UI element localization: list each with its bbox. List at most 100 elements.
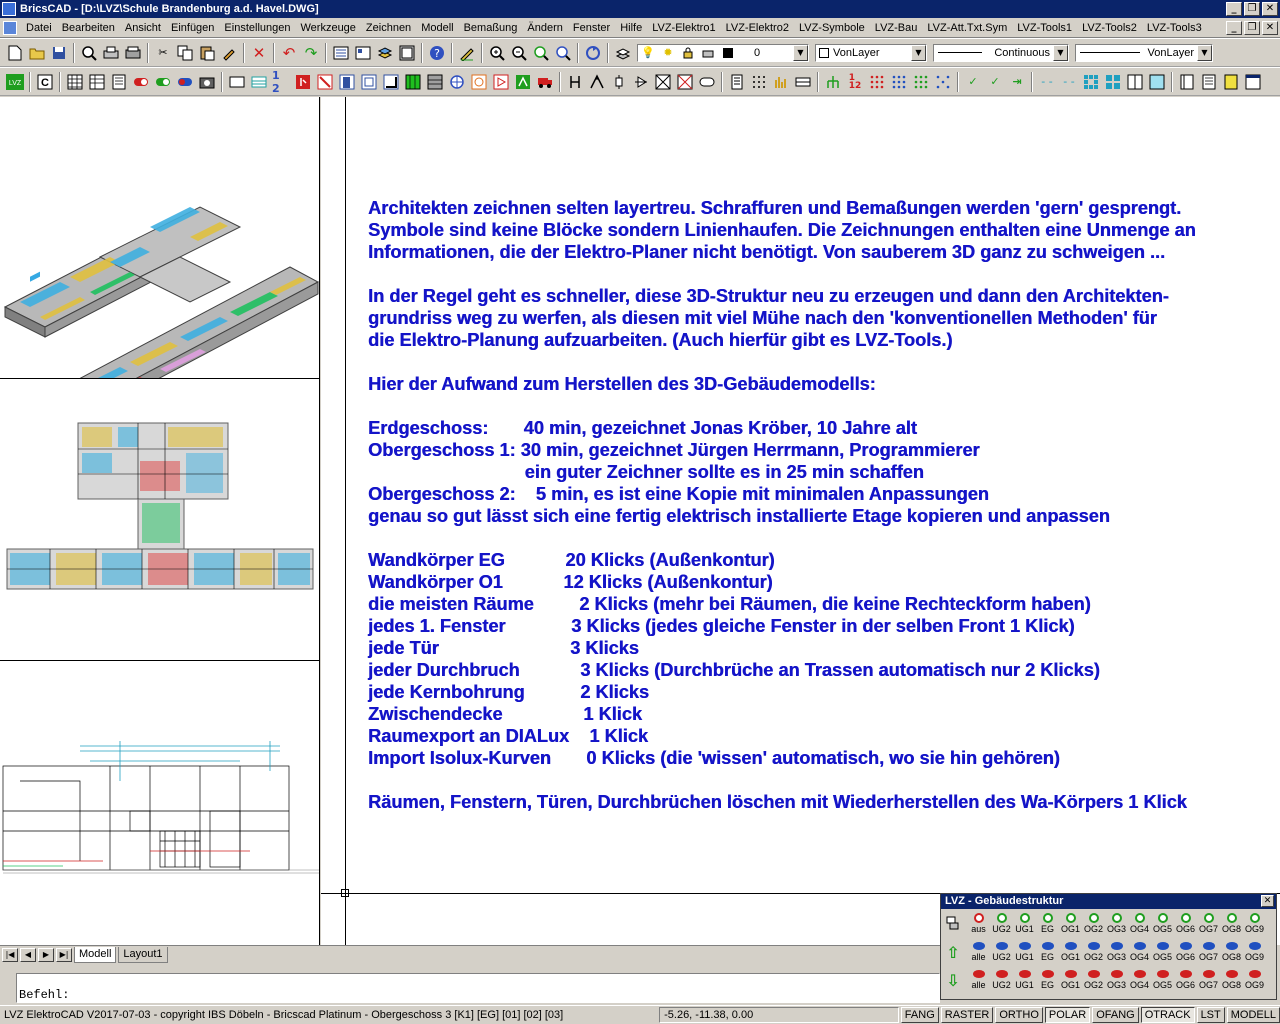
- table-grid-icon[interactable]: [66, 73, 84, 91]
- emergency-exit-icon[interactable]: [294, 73, 312, 91]
- menu-datei[interactable]: Datei: [21, 22, 57, 34]
- delete-icon[interactable]: ✕: [250, 44, 268, 62]
- toggle-og9[interactable]: OG9: [1243, 913, 1266, 934]
- sequence-icon[interactable]: 1 2: [272, 69, 290, 95]
- door-icon[interactable]: [338, 73, 356, 91]
- toggle-eg[interactable]: EG: [1036, 913, 1059, 934]
- socket-icon[interactable]: [448, 73, 466, 91]
- menu-lvz-att-txt-sym[interactable]: LVZ-Att.Txt.Sym: [922, 22, 1012, 34]
- bricscad-app-icon[interactable]: [2, 2, 16, 16]
- list-icon[interactable]: [110, 73, 128, 91]
- new-file-icon[interactable]: [6, 44, 24, 62]
- zoom-window-icon[interactable]: [532, 44, 550, 62]
- show-og8[interactable]: OG8: [1220, 941, 1243, 962]
- menu-einstellungen[interactable]: Einstellungen: [219, 22, 295, 34]
- no-entry-icon[interactable]: [316, 73, 334, 91]
- cut-icon[interactable]: ✂: [154, 44, 172, 62]
- route-icon[interactable]: [514, 73, 532, 91]
- toggle-aus[interactable]: aus: [967, 913, 990, 934]
- chevron-down-icon[interactable]: ▼: [1053, 44, 1068, 61]
- junction-box-icon[interactable]: [676, 73, 694, 91]
- split-window-icon[interactable]: [1126, 73, 1144, 91]
- toggle-og8[interactable]: OG8: [1220, 913, 1243, 934]
- menu-lvz-tools3[interactable]: LVZ-Tools3: [1142, 22, 1207, 34]
- copy-icon[interactable]: [176, 44, 194, 62]
- blue-toggle-icon[interactable]: [176, 73, 194, 91]
- drawing-mtext[interactable]: Architekten zeichnen selten layertreu. S…: [368, 197, 1268, 813]
- print-icon[interactable]: [102, 44, 120, 62]
- linetype-combo[interactable]: Continuous ▼: [933, 43, 1069, 62]
- toggle-og5[interactable]: OG5: [1151, 913, 1174, 934]
- show-ug1[interactable]: UG1: [1013, 941, 1036, 962]
- green-toggle-icon[interactable]: [154, 73, 172, 91]
- cyan-grid-icon[interactable]: [1082, 73, 1100, 91]
- dashed-line-2-icon[interactable]: - -: [1060, 73, 1078, 91]
- hide-og4[interactable]: OG4: [1128, 969, 1151, 990]
- menu-modell[interactable]: Modell: [416, 22, 458, 34]
- layer-state-icon[interactable]: [614, 44, 632, 62]
- menu-lvz-symbole[interactable]: LVZ-Symbole: [794, 22, 870, 34]
- stack-toggle-icon[interactable]: [945, 913, 961, 935]
- window-layout-icon[interactable]: [1244, 73, 1262, 91]
- color-combo[interactable]: VonLayer ▼: [815, 43, 927, 62]
- layer-combo[interactable]: 💡 ✹ 0 ▼: [637, 43, 809, 62]
- arrow-up-green-icon[interactable]: ⇧: [945, 941, 961, 963]
- menu-bemassung[interactable]: Bemaßung: [459, 22, 523, 34]
- save-icon[interactable]: [50, 44, 68, 62]
- hide-ug2[interactable]: UG2: [990, 969, 1013, 990]
- hide-og5[interactable]: OG5: [1151, 969, 1174, 990]
- restore-button[interactable]: ❐: [1244, 2, 1260, 16]
- minimize-button[interactable]: _: [1226, 2, 1242, 16]
- lvz-logo-icon[interactable]: LVZ: [6, 73, 24, 91]
- chevron-down-icon[interactable]: ▼: [1197, 44, 1212, 61]
- hide-og3[interactable]: OG3: [1105, 969, 1128, 990]
- plot-icon[interactable]: [124, 44, 142, 62]
- menu-lvz-tools2[interactable]: LVZ-Tools2: [1077, 22, 1142, 34]
- play-icon[interactable]: [492, 73, 510, 91]
- toggle-og2[interactable]: OG2: [1082, 913, 1105, 934]
- rack-icon[interactable]: [794, 73, 812, 91]
- menu-aendern[interactable]: Ändern: [522, 22, 567, 34]
- hide-alle[interactable]: alle: [967, 969, 990, 990]
- layer-manager-icon[interactable]: [376, 44, 394, 62]
- design-center-icon[interactable]: [354, 44, 372, 62]
- check-curve-icon[interactable]: ✓: [986, 73, 1004, 91]
- match-properties-icon[interactable]: [220, 44, 238, 62]
- truck-icon[interactable]: [536, 73, 554, 91]
- yellow-note-icon[interactable]: [1222, 73, 1240, 91]
- show-og9[interactable]: OG9: [1243, 941, 1266, 962]
- show-ug2[interactable]: UG2: [990, 941, 1013, 962]
- blue-dots-icon[interactable]: [890, 73, 908, 91]
- lineweight-combo[interactable]: VonLayer ▼: [1075, 43, 1213, 62]
- undo-icon[interactable]: ↶: [280, 44, 298, 62]
- hide-ug1[interactable]: UG1: [1013, 969, 1036, 990]
- book-icon[interactable]: [1178, 73, 1196, 91]
- hide-og9[interactable]: OG9: [1243, 969, 1266, 990]
- status-polar-button[interactable]: POLAR: [1044, 1007, 1091, 1023]
- next-tab-button[interactable]: ▶: [38, 947, 54, 962]
- arrow-down-green-icon[interactable]: ⇩: [945, 969, 961, 991]
- viewport-3d-isometric[interactable]: [0, 97, 319, 379]
- hide-eg[interactable]: EG: [1036, 969, 1059, 990]
- check-green-icon[interactable]: ✓: [964, 73, 982, 91]
- status-lst-button[interactable]: LST: [1196, 1007, 1225, 1023]
- properties-icon[interactable]: [332, 44, 350, 62]
- close-button[interactable]: ✕: [1262, 2, 1278, 16]
- menu-ansicht[interactable]: Ansicht: [120, 22, 166, 34]
- status-otrack-button[interactable]: OTRACK: [1140, 1007, 1195, 1023]
- show-og1[interactable]: OG1: [1059, 941, 1082, 962]
- bars-icon[interactable]: [772, 73, 790, 91]
- menu-einfuegen[interactable]: Einfügen: [166, 22, 219, 34]
- print-preview-icon[interactable]: [80, 44, 98, 62]
- menu-zeichnen[interactable]: Zeichnen: [361, 22, 416, 34]
- cable-icon[interactable]: [566, 73, 584, 91]
- menu-lvz-bau[interactable]: LVZ-Bau: [870, 22, 923, 34]
- open-folder-icon[interactable]: [28, 44, 46, 62]
- green-panel-icon[interactable]: [404, 73, 422, 91]
- red-toggle-icon[interactable]: [132, 73, 150, 91]
- table-edit-icon[interactable]: [88, 73, 106, 91]
- transformer-icon[interactable]: [654, 73, 672, 91]
- hide-og7[interactable]: OG7: [1197, 969, 1220, 990]
- meter-icon[interactable]: [728, 73, 746, 91]
- paste-icon[interactable]: [198, 44, 216, 62]
